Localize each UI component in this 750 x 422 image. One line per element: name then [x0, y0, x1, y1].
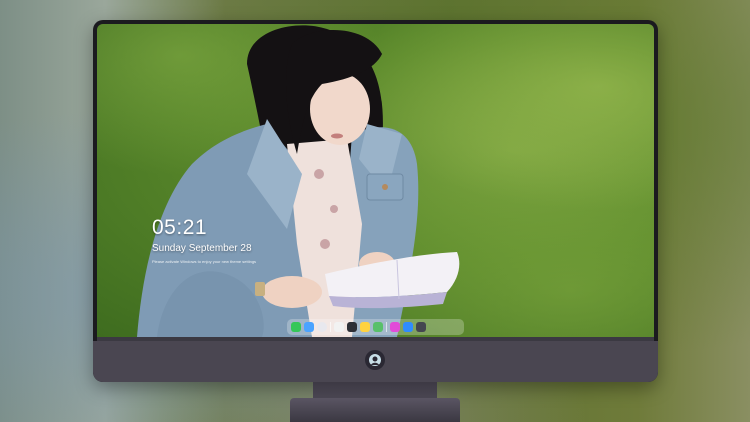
brand-logo-icon — [365, 350, 385, 370]
lock-screen[interactable]: 05:21 Sunday September 28 Please activat… — [97, 24, 654, 337]
stand-base — [290, 398, 460, 422]
monitor: 05:21 Sunday September 28 Please activat… — [93, 20, 658, 382]
activation-notice: Please activate Windows to enjoy your ne… — [152, 259, 257, 264]
notes-app-icon[interactable] — [334, 322, 344, 332]
itunes-icon[interactable] — [390, 322, 400, 332]
maps-icon[interactable] — [373, 322, 383, 332]
safari-icon[interactable] — [317, 322, 327, 332]
finder-icon[interactable] — [304, 322, 314, 332]
app-store-icon[interactable] — [403, 322, 413, 332]
lock-date: Sunday September 28 — [152, 243, 252, 254]
system-icon[interactable] — [416, 322, 426, 332]
lock-clock: 05:21 — [152, 216, 208, 239]
photos-icon[interactable] — [360, 322, 370, 332]
dock — [287, 319, 464, 335]
dock-separator — [330, 322, 331, 332]
wallpaper-woman-reading — [137, 25, 460, 337]
clapper-icon[interactable] — [347, 322, 357, 332]
messages-icon[interactable] — [291, 322, 301, 332]
dock-separator — [386, 322, 387, 332]
monitor-chin — [93, 341, 658, 382]
